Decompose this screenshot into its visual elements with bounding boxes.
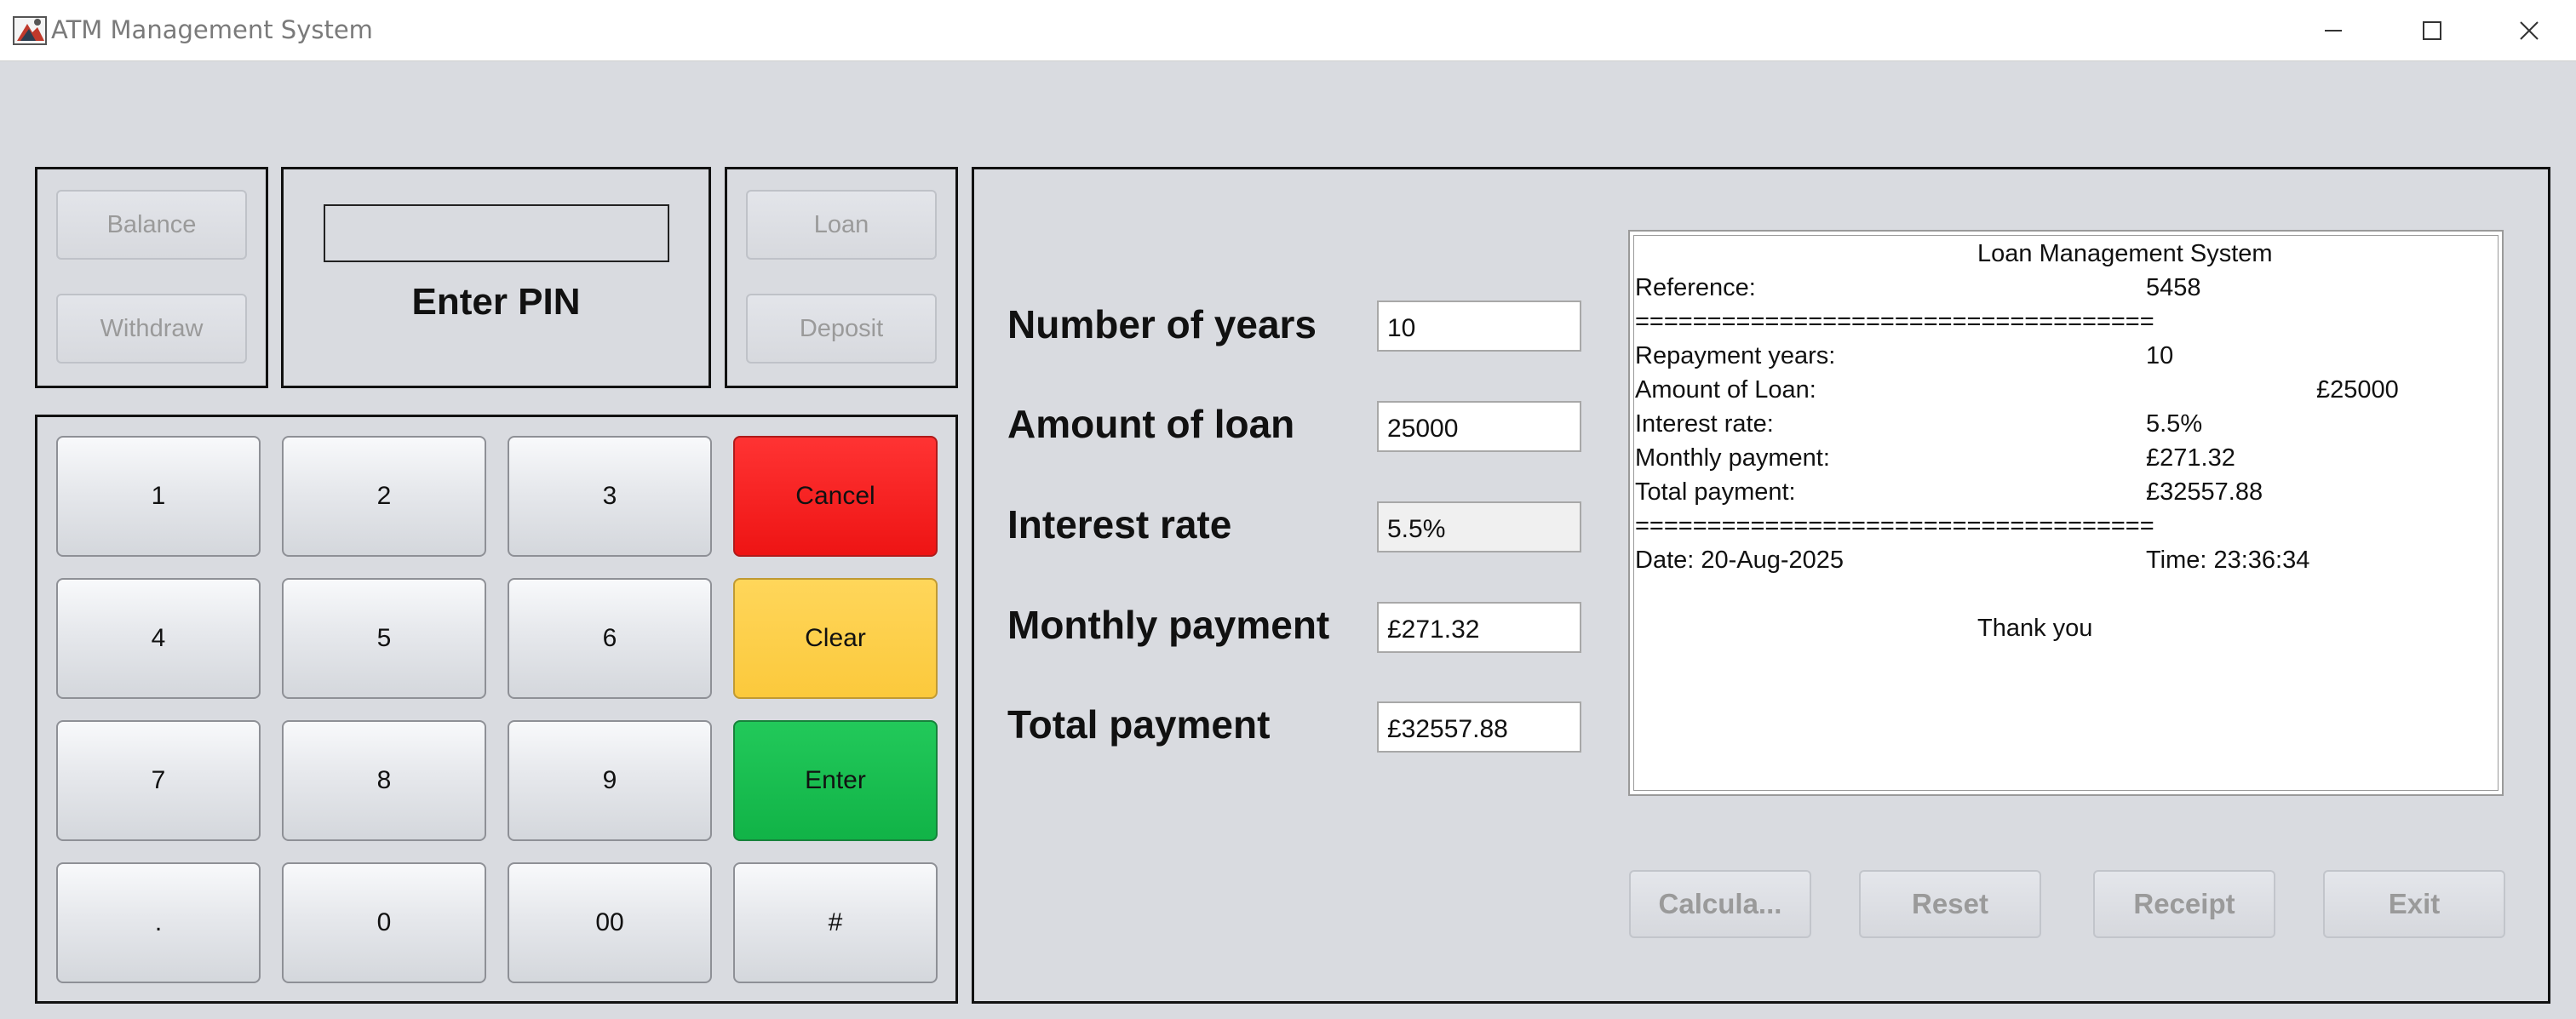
- clear-button[interactable]: Clear: [733, 578, 938, 699]
- amount-input[interactable]: 25000: [1377, 401, 1581, 452]
- receipt-years-value: 10: [2146, 342, 2174, 369]
- receipt-title: Loan Management System: [1977, 240, 2273, 267]
- reset-button[interactable]: Reset: [1859, 870, 2041, 938]
- key-0[interactable]: 0: [282, 862, 486, 983]
- key-4[interactable]: 4: [56, 578, 261, 699]
- total-label: Total payment: [1007, 702, 1271, 747]
- key-dot[interactable]: .: [56, 862, 261, 983]
- cancel-button[interactable]: Cancel: [733, 436, 938, 557]
- key-5[interactable]: 5: [282, 578, 486, 699]
- close-icon[interactable]: [2504, 10, 2555, 51]
- pin-panel: [281, 167, 711, 388]
- loan-button[interactable]: Loan: [746, 190, 937, 260]
- years-input[interactable]: 10: [1377, 301, 1581, 352]
- key-7[interactable]: 7: [56, 720, 261, 841]
- receipt-amount-label: Amount of Loan:: [1635, 376, 1816, 404]
- key-8[interactable]: 8: [282, 720, 486, 841]
- key-3[interactable]: 3: [508, 436, 712, 557]
- receipt-textarea[interactable]: Loan Management System Reference: 5458 =…: [1628, 230, 2504, 796]
- receipt-date: Date: 20-Aug-2025: [1635, 547, 1845, 574]
- receipt-rate-label: Interest rate:: [1635, 410, 1774, 438]
- enter-button[interactable]: Enter: [733, 720, 938, 841]
- window-title: ATM Management System: [51, 15, 373, 44]
- monthly-input[interactable]: £271.32: [1377, 602, 1581, 653]
- java-app-icon: [13, 16, 47, 45]
- pin-input[interactable]: [324, 204, 669, 262]
- receipt-button[interactable]: Receipt: [2093, 870, 2275, 938]
- withdraw-button[interactable]: Withdraw: [56, 294, 247, 364]
- receipt-separator: ====================================: [1635, 308, 2154, 335]
- receipt-years-label: Repayment years:: [1635, 342, 1836, 369]
- receipt-thanks: Thank you: [1977, 615, 2093, 642]
- receipt-total-value: £32557.88: [2146, 478, 2263, 506]
- key-9[interactable]: 9: [508, 720, 712, 841]
- key-1[interactable]: 1: [56, 436, 261, 557]
- minimize-icon[interactable]: [2308, 10, 2359, 51]
- receipt-reference-value: 5458: [2146, 274, 2201, 301]
- calculate-button[interactable]: Calcula...: [1629, 870, 1811, 938]
- receipt-rate-value: 5.5%: [2146, 410, 2203, 438]
- receipt-amount-value: £25000: [2316, 376, 2399, 404]
- receipt-time: Time: 23:36:34: [2146, 547, 2310, 574]
- years-label: Number of years: [1007, 302, 1317, 346]
- rate-label: Interest rate: [1007, 502, 1232, 547]
- receipt-monthly-label: Monthly payment:: [1635, 444, 1830, 472]
- deposit-button[interactable]: Deposit: [746, 294, 937, 364]
- amount-label: Amount of loan: [1007, 402, 1295, 446]
- key-00[interactable]: 00: [508, 862, 712, 983]
- monthly-label: Monthly payment: [1007, 603, 1330, 647]
- pin-label: Enter PIN: [411, 281, 581, 323]
- title-bar: ATM Management System: [0, 0, 2576, 61]
- maximize-icon[interactable]: [2407, 10, 2458, 51]
- rate-input[interactable]: 5.5%: [1377, 501, 1581, 552]
- exit-button[interactable]: Exit: [2323, 870, 2505, 938]
- key-hash[interactable]: #: [733, 862, 938, 983]
- receipt-monthly-value: £271.32: [2146, 444, 2235, 472]
- receipt-total-label: Total payment:: [1635, 478, 1796, 506]
- balance-button[interactable]: Balance: [56, 190, 247, 260]
- total-input[interactable]: £32557.88: [1377, 701, 1581, 753]
- key-2[interactable]: 2: [282, 436, 486, 557]
- key-6[interactable]: 6: [508, 578, 712, 699]
- receipt-reference-label: Reference:: [1635, 274, 1756, 301]
- receipt-separator-2: ====================================: [1635, 512, 2154, 540]
